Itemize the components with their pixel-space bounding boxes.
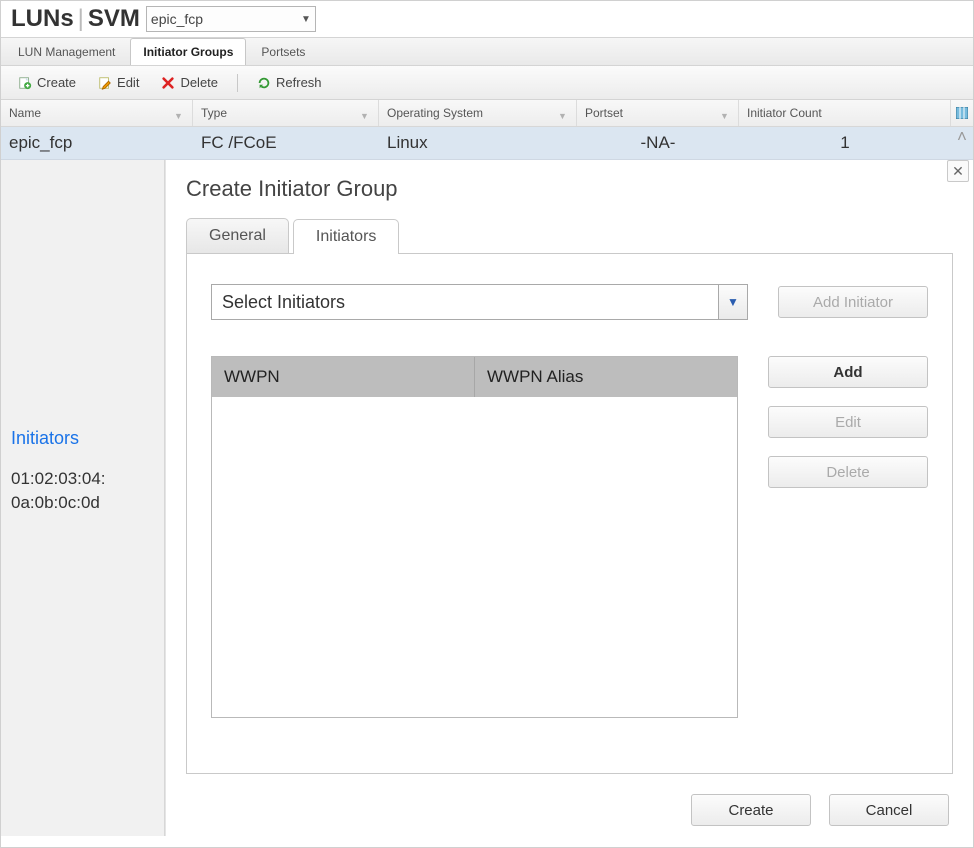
main-tab-bar: LUN Management Initiator Groups Portsets (1, 38, 973, 66)
table-row[interactable]: epic_fcp FC /FCoE Linux -NA- 1 ˄ (1, 127, 973, 160)
grid-column-headers: Name Type Operating System Portset Initi… (1, 100, 973, 127)
add-button[interactable]: Add (768, 356, 928, 388)
edit-button[interactable]: Edit (89, 71, 148, 94)
toolbar: Create Edit Delete Refresh (1, 66, 973, 100)
page-title: LUNs|SVM (11, 5, 140, 33)
refresh-icon (257, 76, 271, 90)
delete-button[interactable]: Delete (152, 71, 227, 94)
refresh-button[interactable]: Refresh (248, 71, 331, 94)
toolbar-separator (237, 74, 238, 92)
dialog-tab-bar: General Initiators (186, 218, 953, 254)
select-initiators-combo[interactable]: Select Initiators ▼ (211, 284, 748, 320)
col-initiator-count[interactable]: Initiator Count (739, 100, 950, 126)
tab-initiators[interactable]: Initiators (293, 219, 399, 254)
cell-init-count: 1 (739, 127, 951, 159)
col-name[interactable]: Name (1, 100, 193, 126)
select-initiators-row: Select Initiators ▼ Add Initiator (211, 284, 928, 320)
grid-body (212, 397, 737, 717)
cell-os: Linux (379, 127, 577, 159)
title-svm: SVM (88, 5, 140, 32)
add-initiator-button[interactable]: Add Initiator (778, 286, 928, 318)
svm-selector[interactable]: epic_fcp ▼ (146, 6, 316, 32)
dialog-body: Select Initiators ▼ Add Initiator WWPN W… (186, 254, 953, 774)
tab-general[interactable]: General (186, 218, 289, 253)
cell-type: FC /FCoE (193, 127, 379, 159)
dialog-title: Create Initiator Group (186, 176, 959, 202)
filter-icon[interactable] (360, 108, 370, 118)
delete-row-button[interactable]: Delete (768, 456, 928, 488)
tab-initiator-groups[interactable]: Initiator Groups (130, 38, 246, 65)
svm-selector-value: epic_fcp (151, 11, 203, 27)
scroll-up-icon[interactable]: ˄ (951, 127, 973, 159)
tab-portsets[interactable]: Portsets (248, 38, 318, 65)
create-initiator-group-dialog: ✕ Create Initiator Group General Initiat… (165, 160, 973, 836)
initiators-grid-area: WWPN WWPN Alias Add Edit Delete (211, 356, 928, 718)
filter-icon[interactable] (174, 108, 184, 118)
delete-icon (161, 76, 175, 90)
chevron-down-icon: ▼ (301, 14, 311, 25)
col-portset[interactable]: Portset (577, 100, 739, 126)
grid-side-buttons: Add Edit Delete (768, 356, 928, 718)
sidebar-heading: Initiators (11, 428, 154, 449)
filter-icon[interactable] (720, 108, 730, 118)
close-button[interactable]: ✕ (947, 160, 969, 182)
cell-portset: -NA- (577, 127, 739, 159)
select-initiators-value: Select Initiators (222, 292, 345, 313)
col-wwpn-alias[interactable]: WWPN Alias (475, 357, 737, 397)
initiator-wwpn: 01:02:03:04: 0a:0b:0c:0d (11, 467, 154, 515)
create-icon (18, 76, 32, 90)
col-wwpn[interactable]: WWPN (212, 357, 475, 397)
dialog-footer: Create Cancel (691, 794, 949, 826)
title-luns: LUNs (11, 5, 74, 32)
column-picker[interactable] (950, 100, 973, 126)
cell-name: epic_fcp (1, 127, 193, 159)
filter-icon[interactable] (558, 108, 568, 118)
create-submit-button[interactable]: Create (691, 794, 811, 826)
edit-row-button[interactable]: Edit (768, 406, 928, 438)
columns-icon (956, 107, 968, 119)
create-button[interactable]: Create (9, 71, 85, 94)
edit-icon (98, 76, 112, 90)
chevron-down-icon[interactable]: ▼ (718, 285, 747, 319)
detail-sidebar: Initiators 01:02:03:04: 0a:0b:0c:0d (1, 160, 165, 836)
col-type[interactable]: Type (193, 100, 379, 126)
initiators-grid: WWPN WWPN Alias (211, 356, 738, 718)
grid-header: WWPN WWPN Alias (212, 357, 737, 397)
close-icon: ✕ (952, 163, 964, 180)
tab-lun-management[interactable]: LUN Management (5, 38, 128, 65)
page-header: LUNs|SVM epic_fcp ▼ (1, 1, 973, 38)
title-separator: | (78, 5, 84, 32)
cancel-button[interactable]: Cancel (829, 794, 949, 826)
app-window: LUNs|SVM epic_fcp ▼ LUN Management Initi… (0, 0, 974, 848)
col-os[interactable]: Operating System (379, 100, 577, 126)
body: Initiators 01:02:03:04: 0a:0b:0c:0d ✕ Cr… (1, 160, 973, 836)
